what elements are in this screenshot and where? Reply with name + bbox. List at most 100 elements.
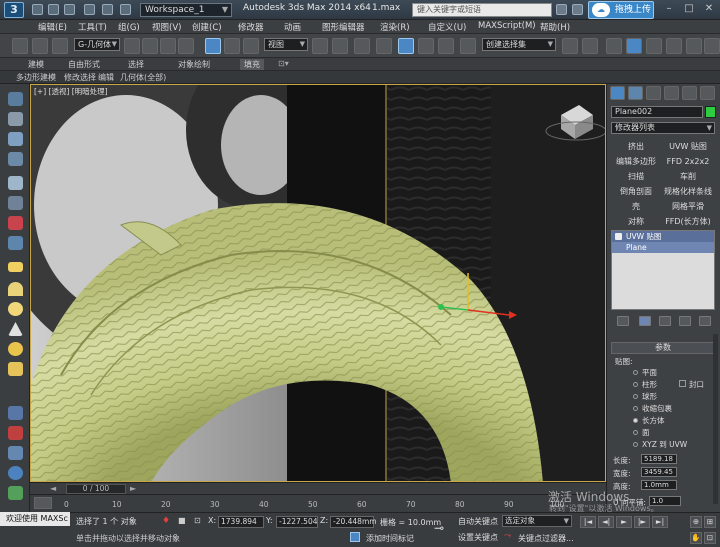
bind-space-warp-icon[interactable] <box>52 38 68 54</box>
sun-icon[interactable] <box>8 342 23 356</box>
select-manipulate-icon[interactable] <box>332 38 348 54</box>
modifier-button-ffd-2x2x2[interactable]: FFD 2x2x2 <box>663 155 713 168</box>
motion-tab-icon[interactable] <box>664 86 679 100</box>
redo-icon[interactable] <box>102 4 113 15</box>
viewport-label[interactable]: [+] [透视] [明暗处理] <box>34 86 108 97</box>
workspace-dropdown[interactable]: Workspace_1 ▼ <box>140 3 232 17</box>
key-selection-dropdown[interactable]: 选定对象 ▼ <box>502 515 572 527</box>
modifier-button-uvw-map[interactable]: UVW 贴图 <box>663 140 713 153</box>
stack-item-plane[interactable]: Plane <box>612 242 714 253</box>
render-setup-icon[interactable] <box>686 38 702 54</box>
maximize-icon[interactable]: □ <box>680 2 698 16</box>
angle-snap-icon[interactable] <box>398 38 414 54</box>
ribbon-tab-selection[interactable]: 选择 <box>128 59 144 70</box>
width-spinner[interactable]: 3459.45 <box>641 467 677 477</box>
curve-editor-icon[interactable] <box>646 38 662 54</box>
stack-item-uvw-map[interactable]: UVW 贴图 <box>612 231 714 242</box>
parameters-rollout-header[interactable]: 参数 <box>611 342 715 354</box>
modifier-button-normalize-spline[interactable]: 规格化样条线 <box>663 185 713 198</box>
minimize-icon[interactable]: – <box>660 2 678 16</box>
pivot-center-icon[interactable] <box>312 38 328 54</box>
tree-icon[interactable] <box>8 486 23 500</box>
zoom-icon[interactable]: ⊕ <box>690 516 702 528</box>
next-frame-icon[interactable]: |► <box>634 516 650 528</box>
auto-key-button[interactable]: 自动关键点 <box>458 516 498 527</box>
pan-icon[interactable]: ✋ <box>690 532 702 544</box>
mapping-radio-spherical[interactable] <box>633 394 638 399</box>
menu-views[interactable]: 视图(V) <box>152 21 181 33</box>
keyboard-shortcut-icon[interactable] <box>354 38 370 54</box>
reference-coordinate-dropdown[interactable]: 视图 ▼ <box>264 38 308 51</box>
modifier-button-bevel-profile[interactable]: 倒角剖面 <box>611 185 661 198</box>
isolate-selection-icon[interactable]: ♦ <box>162 516 170 526</box>
height-spinner[interactable]: 1.0mm <box>641 480 677 490</box>
scatter-icon[interactable] <box>8 406 23 420</box>
modifier-button-shell[interactable]: 壳 <box>611 200 661 213</box>
mapping-radio-face[interactable] <box>633 430 638 435</box>
mirror-icon[interactable] <box>562 38 578 54</box>
maxscript-listener[interactable]: 欢迎使用 MAXSc <box>0 512 70 526</box>
undo-icon[interactable] <box>84 4 95 15</box>
project-folder-icon[interactable] <box>120 4 131 15</box>
rectangular-region-icon[interactable] <box>160 38 176 54</box>
lightbulb-icon[interactable] <box>615 233 622 240</box>
ribbon-panel-geometry[interactable]: 几何体(全部) <box>120 72 166 83</box>
mapping-option-shrink-wrap[interactable]: 收缩包裹 <box>642 403 672 414</box>
selection-filter-dropdown[interactable]: G-几何体 ▼ <box>74 38 120 51</box>
spinner-snap-icon[interactable] <box>438 38 454 54</box>
modifier-button-extrude[interactable]: 挤出 <box>611 140 661 153</box>
key-mode-icon[interactable]: ⤳ <box>504 531 511 541</box>
select-object-icon[interactable] <box>124 38 140 54</box>
modify-tab-icon[interactable] <box>628 86 643 100</box>
snaps-toggle-icon[interactable] <box>376 38 392 54</box>
menu-graph-editors[interactable]: 图形编辑器 <box>322 21 365 33</box>
absolute-mode-icon[interactable]: ⊡ <box>194 516 201 525</box>
ribbon-tab-freeform[interactable]: 自由形式 <box>68 59 100 70</box>
grid-icon[interactable] <box>8 152 23 166</box>
display-tab-icon[interactable] <box>682 86 697 100</box>
mapping-radio-box[interactable] <box>633 418 638 423</box>
z-coordinate-field[interactable]: -20.448mm <box>330 516 377 528</box>
teapot-icon[interactable] <box>8 92 23 106</box>
menu-edit[interactable]: 编辑(E) <box>38 21 67 33</box>
show-end-result-icon[interactable] <box>639 316 651 326</box>
modifier-stack[interactable]: UVW 贴图 Plane <box>611 230 715 310</box>
mapping-option-face[interactable]: 面 <box>642 427 650 438</box>
box-icon[interactable] <box>8 112 23 126</box>
torus-icon[interactable] <box>8 302 23 316</box>
menu-animation[interactable]: 动画 <box>284 21 301 33</box>
mapping-option-planar[interactable]: 平面 <box>642 367 657 378</box>
link-icon[interactable] <box>12 38 28 54</box>
geometry-icon[interactable] <box>8 196 23 210</box>
select-by-name-icon[interactable] <box>142 38 158 54</box>
timeline-ruler[interactable]: 0 10 20 30 40 50 60 70 80 90 100 <box>30 494 606 512</box>
mapping-radio-shrink-wrap[interactable] <box>633 406 638 411</box>
go-to-start-icon[interactable]: |◄ <box>580 516 596 528</box>
time-slider[interactable]: 0 / 100 ◄ ► <box>30 482 606 494</box>
ribbon-panel-polygon-modeling[interactable]: 多边形建模 <box>16 72 56 83</box>
ribbon-panel-modify-selection[interactable]: 修改选择 <box>64 72 96 83</box>
mapping-radio-planar[interactable] <box>633 370 638 375</box>
sphere-icon[interactable] <box>8 132 23 146</box>
menu-rendering[interactable]: 渲染(R) <box>380 21 410 33</box>
modifier-list-dropdown[interactable]: 修改器列表 ▼ <box>611 122 715 134</box>
object-color-swatch[interactable] <box>705 106 716 118</box>
zoom-all-icon[interactable]: ⊞ <box>704 516 716 528</box>
modifier-button-sweep[interactable]: 扫描 <box>611 170 661 183</box>
time-tag-icon[interactable] <box>350 532 360 542</box>
maximize-viewport-icon[interactable]: ⊡ <box>704 532 716 544</box>
mapping-option-spherical[interactable]: 球形 <box>642 391 657 402</box>
mapping-option-cylindrical[interactable]: 柱形 <box>642 379 657 390</box>
close-icon[interactable]: ✕ <box>700 2 718 16</box>
y-coordinate-field[interactable]: -1227.504 <box>276 516 318 528</box>
ribbon-tab-modeling[interactable]: 建模 <box>28 59 44 70</box>
shapes-icon[interactable] <box>8 236 23 250</box>
open-file-icon[interactable] <box>48 4 59 15</box>
mapping-radio-cylindrical[interactable] <box>633 382 638 387</box>
globe-icon[interactable] <box>8 466 23 480</box>
layer-manager-icon[interactable] <box>606 38 622 54</box>
render-icon[interactable] <box>704 38 720 54</box>
align-icon[interactable] <box>582 38 598 54</box>
length-spinner[interactable]: 5189.18 <box>641 454 677 464</box>
utilities-tab-icon[interactable] <box>700 86 715 100</box>
